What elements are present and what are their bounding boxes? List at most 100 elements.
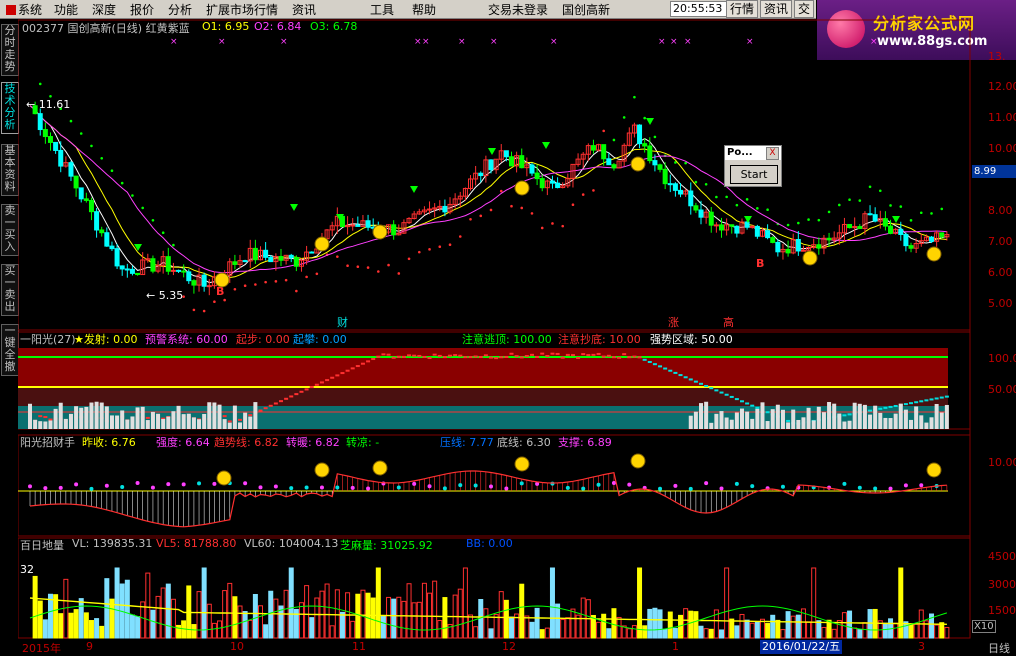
axis-13: 13.	[988, 50, 1006, 63]
candle-body	[708, 211, 714, 226]
trade-button[interactable]: 交	[794, 0, 815, 18]
menu-function[interactable]: 功能	[54, 1, 78, 18]
candle-body	[888, 225, 894, 234]
panel2-dot	[601, 355, 606, 358]
panel2-dot	[591, 353, 596, 356]
panel2-dot	[489, 356, 493, 359]
panel2-dot	[652, 363, 657, 366]
tab-buy1-sell[interactable]: 买一卖出	[1, 264, 19, 316]
panel3-dot	[458, 483, 463, 488]
candle-body	[135, 272, 141, 276]
menu-analysis[interactable]: 分析	[168, 1, 192, 18]
menu-news[interactable]: 资讯	[292, 1, 316, 18]
volume-bar	[698, 625, 704, 639]
panel2-dot	[417, 354, 422, 357]
panel2-launch: ★发射: 0.00	[74, 333, 138, 346]
panel2-dot	[278, 400, 283, 403]
volume-bar	[657, 609, 663, 639]
menu-help[interactable]: 帮助	[412, 1, 436, 18]
panel2-dot	[924, 399, 929, 402]
panel2-dot	[550, 352, 555, 355]
zoom-x10-button[interactable]: X10	[972, 620, 996, 633]
panel2-bar	[719, 411, 724, 429]
panel2-bar	[120, 410, 125, 429]
panel2-dot	[739, 400, 744, 403]
menu-depth[interactable]: 深度	[92, 1, 116, 18]
panel2-dot	[617, 356, 622, 359]
volume-bar	[370, 597, 376, 639]
panel2-dot	[473, 355, 478, 358]
period-selector[interactable]: 日线	[988, 640, 1010, 656]
panel2-dot	[622, 353, 627, 356]
main-panel-title: 002377 国创高新(日线) 红黄紫蓝	[22, 22, 190, 35]
tab-fundamentals[interactable]: 基本资料	[1, 144, 19, 196]
sar-dot	[704, 182, 708, 186]
tab-cancel-all[interactable]: 一键全撤	[1, 324, 19, 376]
news-button[interactable]: 资讯	[760, 0, 793, 18]
tab-intraday[interactable]: 分时走势	[1, 24, 19, 76]
panel3-dot	[28, 484, 32, 489]
down-arrow-icon	[646, 118, 654, 125]
popup-window[interactable]: Po... X Start	[724, 145, 782, 187]
candle-body	[83, 198, 89, 201]
axis-5: 5.00	[988, 297, 1013, 310]
sar-dot	[571, 203, 575, 206]
panel2-bar	[811, 420, 816, 429]
candle-body	[232, 261, 238, 265]
candle-body	[754, 225, 760, 237]
tab-technical-analysis[interactable]: 技术分析	[1, 82, 19, 134]
sar-dot	[366, 266, 370, 269]
menu-tools[interactable]: 工具	[370, 1, 394, 18]
volume-bar	[539, 629, 545, 639]
panel2-bar	[765, 421, 770, 429]
menu-quote[interactable]: 报价	[130, 1, 154, 18]
trade-login-status[interactable]: 交易未登录	[488, 1, 548, 18]
panel3-support: 支撑: 6.89	[558, 436, 612, 449]
max-price-label: ← 11.61	[26, 98, 71, 111]
volume-bar	[329, 625, 335, 639]
candle-body	[53, 141, 59, 151]
popup-start-button[interactable]: Start	[730, 165, 778, 184]
panel2-bar	[109, 415, 114, 429]
buy-mark-1: B	[216, 285, 225, 298]
panel2-dot	[673, 371, 678, 374]
o1-value: O1: 6.95	[202, 20, 250, 33]
panel2-bar	[842, 421, 847, 429]
panel2-dot	[222, 415, 227, 418]
popup-close-button[interactable]: X	[766, 147, 779, 160]
sar-dot	[305, 275, 308, 279]
panel2-bar	[28, 403, 32, 429]
volume-bar	[816, 620, 822, 639]
panel2-bar	[786, 422, 791, 429]
panel2-dot	[555, 352, 560, 355]
panel2-dot	[637, 356, 642, 359]
volume-bar	[145, 572, 151, 639]
menu-system[interactable]: 系统	[6, 1, 42, 18]
panel2-bar	[729, 419, 734, 429]
volume-bar	[652, 607, 658, 639]
panel2-bar	[816, 406, 821, 429]
volume-bar	[795, 614, 801, 639]
candle-body	[119, 265, 125, 270]
candle-body	[94, 211, 100, 231]
volume-bar	[416, 601, 422, 639]
tab-sell1-buy[interactable]: 卖一买入	[1, 204, 19, 256]
volume-bar	[544, 627, 550, 639]
panel3-dot	[335, 485, 340, 490]
volume-bar	[217, 620, 223, 639]
panel2-bar	[176, 405, 181, 429]
panel2-climb: 起攀: 0.00	[293, 333, 347, 346]
panel2-bar	[89, 402, 94, 429]
quote-button[interactable]: 行情	[726, 0, 759, 18]
candle-body	[104, 232, 110, 247]
menu-extended-market[interactable]: 扩展市场行情	[206, 1, 278, 18]
volume-bar	[304, 585, 310, 639]
sar-dot	[602, 129, 605, 133]
timeline-label-1: 1	[672, 640, 679, 653]
panel2-dot	[734, 398, 739, 401]
min-price-label: ← 5.35	[146, 289, 184, 302]
panel2-dot	[529, 353, 534, 356]
candle-body	[657, 164, 663, 170]
volume-bar	[483, 608, 489, 639]
panel2-dot	[765, 411, 770, 414]
